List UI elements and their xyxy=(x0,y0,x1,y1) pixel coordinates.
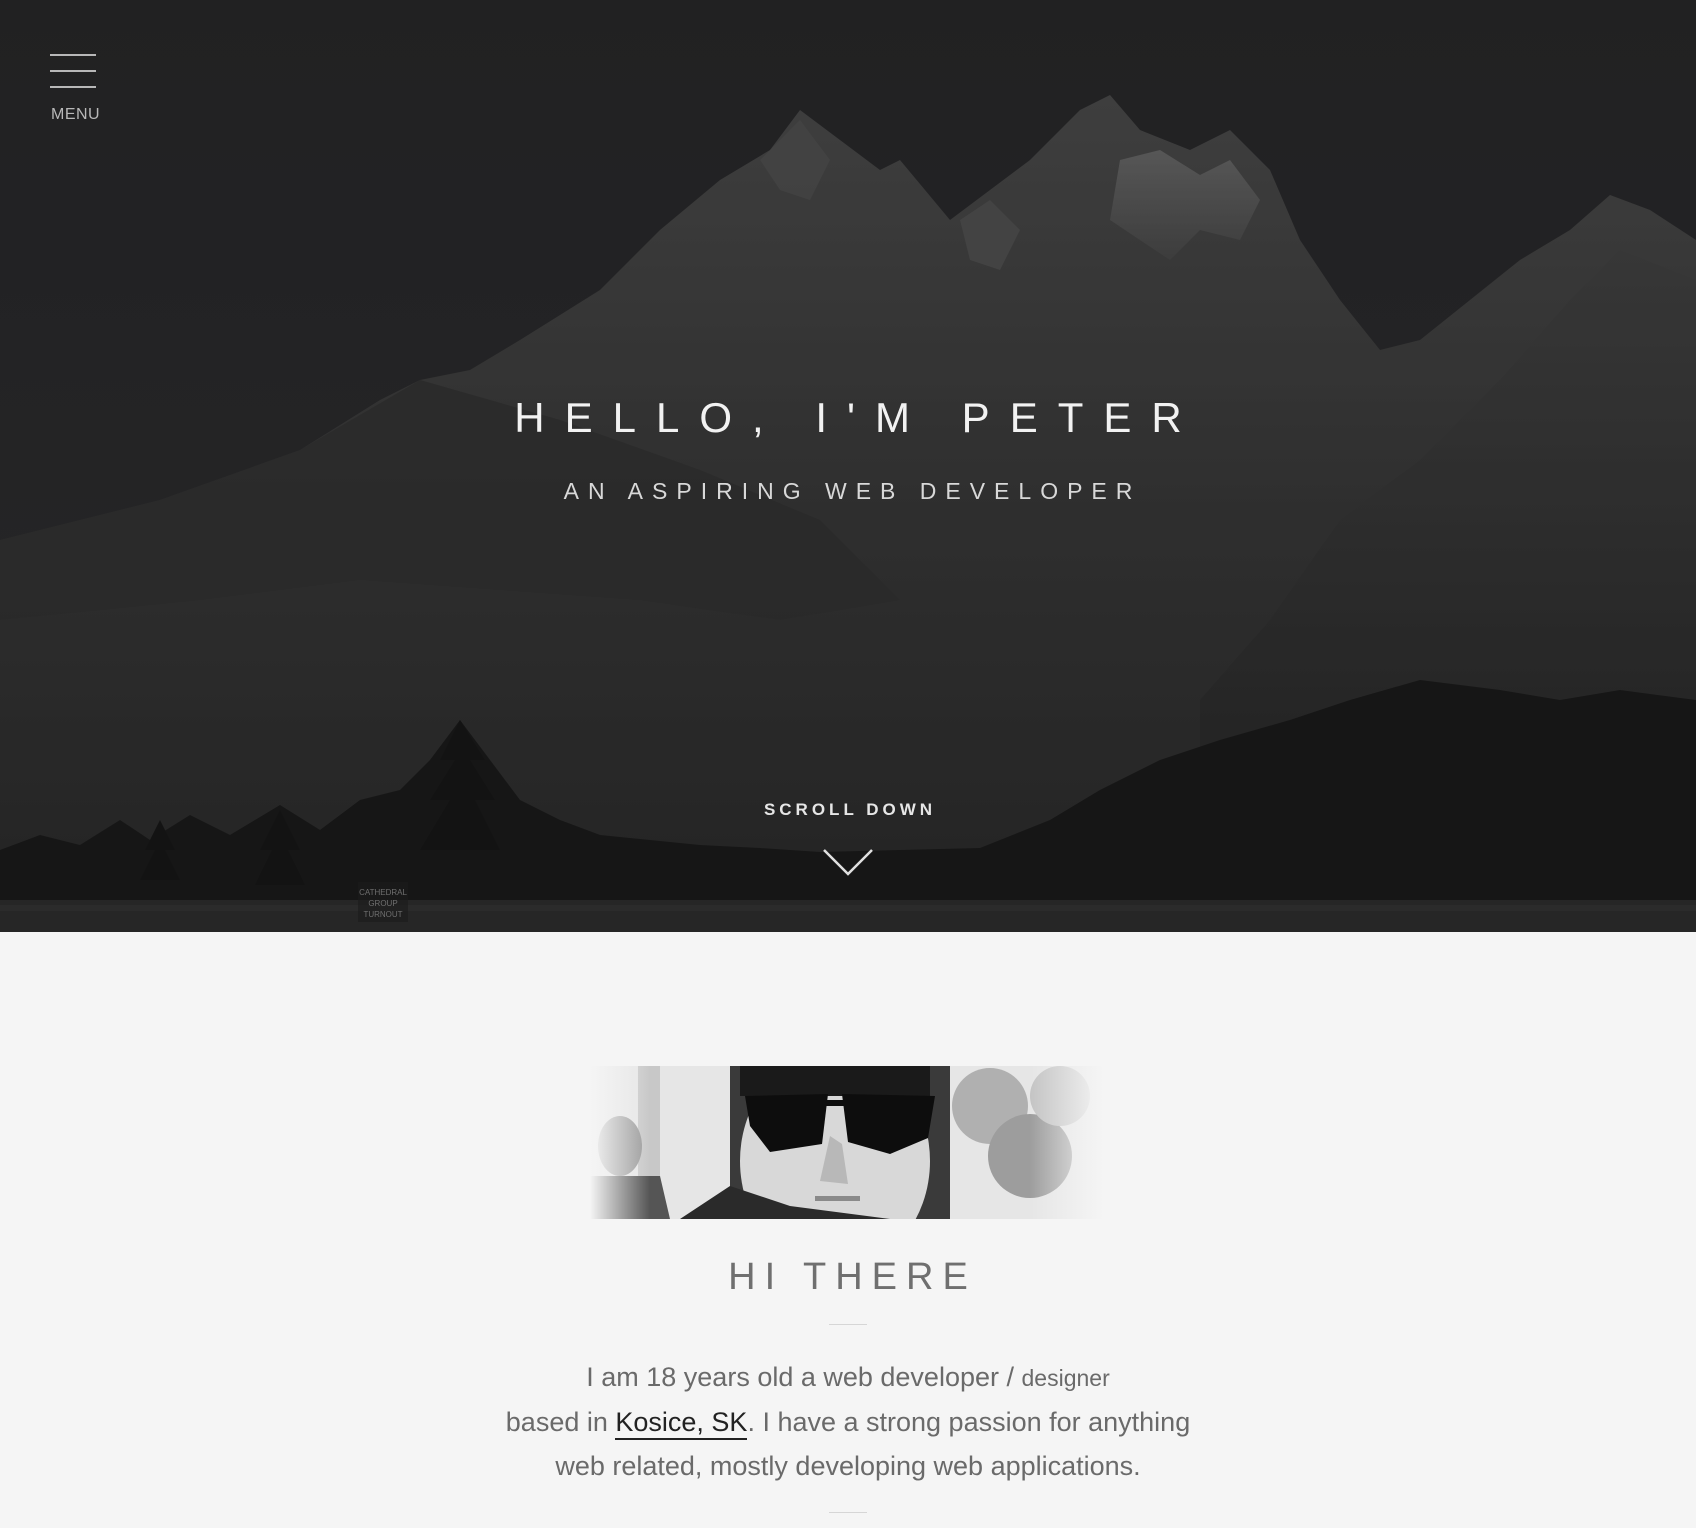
about-text-line-3: web related, mostly developing web appli… xyxy=(555,1451,1141,1481)
hero-subtitle: AN ASPIRING WEB DEVELOPER xyxy=(563,478,1142,504)
divider-bottom xyxy=(829,1512,867,1513)
menu-button[interactable]: MENU xyxy=(50,54,100,124)
about-text-line-2b: . I have a strong passion for anything xyxy=(747,1407,1191,1437)
menu-label: MENU xyxy=(51,106,101,123)
chevron-down-icon[interactable] xyxy=(822,848,874,878)
mountain-background-image: CATHEDRAL GROUP TURNOUT xyxy=(0,0,1696,932)
location-link[interactable]: Kosice, SK xyxy=(615,1407,748,1440)
about-paragraph: I am 18 years old a web developer / desi… xyxy=(448,1355,1248,1488)
about-heading: HI THERE xyxy=(728,1256,977,1298)
profile-photo xyxy=(590,1066,1104,1219)
about-text-line-1: I am 18 years old a web developer / xyxy=(586,1362,1022,1392)
hamburger-icon xyxy=(50,54,100,88)
hero-section: CATHEDRAL GROUP TURNOUT MENU HELLO, I'M … xyxy=(0,0,1696,932)
about-text-line-2: based in xyxy=(505,1407,616,1437)
scroll-down-link[interactable]: SCROLL DOWN xyxy=(0,800,1696,820)
about-text-designer: designer xyxy=(1021,1365,1110,1391)
hero-title: HELLO, I'M PETER xyxy=(514,394,1202,441)
divider xyxy=(829,1324,867,1325)
